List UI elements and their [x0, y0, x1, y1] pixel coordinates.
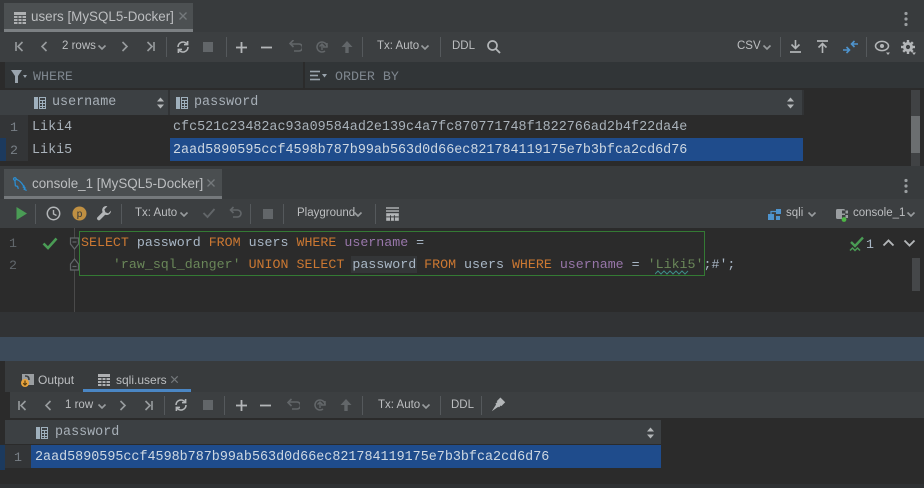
svg-text:p: p [77, 209, 83, 220]
